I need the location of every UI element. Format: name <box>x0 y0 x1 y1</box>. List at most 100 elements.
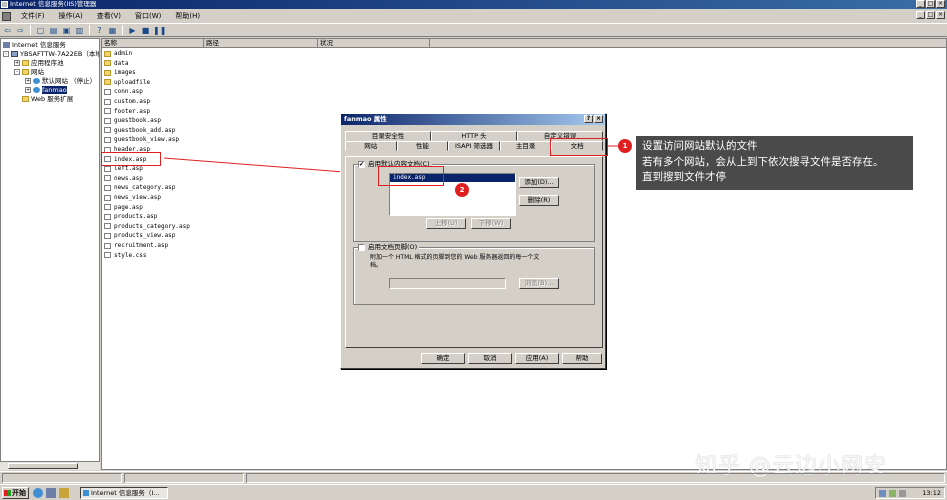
console-icon[interactable] <box>2 11 11 21</box>
index-asp-highlight <box>101 152 161 166</box>
clock[interactable]: 13:12 <box>922 489 941 497</box>
menu-action[interactable]: 操作(A) <box>52 11 90 21</box>
list-item[interactable]: recruitment.asp <box>104 241 168 251</box>
tab-directory-security[interactable]: 目录安全性 <box>345 131 431 141</box>
folder-icon <box>104 60 111 67</box>
menu-view[interactable]: 查看(V) <box>90 11 128 21</box>
list-item[interactable]: products_category.asp <box>104 222 190 232</box>
security-tray-icon[interactable] <box>889 490 896 497</box>
cancel-button[interactable]: 取消 <box>468 353 512 364</box>
tree-item-iis[interactable]: Internet 信息服务 <box>3 41 66 50</box>
tree-item-app-pools[interactable]: + 应用程序池 <box>14 59 64 68</box>
checkbox-checked[interactable]: ✔ <box>358 160 365 168</box>
export-icon[interactable]: ▥ <box>74 25 85 36</box>
list-item[interactable]: admin <box>104 49 132 59</box>
dialog-help-button[interactable]: ? <box>584 115 593 123</box>
tree-item-server[interactable]: - YBSAFTTW-7A22EB（本地） <box>3 50 99 59</box>
ie-quicklaunch-icon[interactable] <box>33 488 43 498</box>
list-item[interactable]: images <box>104 68 136 78</box>
tab-isapi-filters[interactable]: ISAPI 筛选器 <box>448 141 500 151</box>
title-bar: Internet 信息服务(IIS)管理器 _ □ × <box>0 0 947 9</box>
help-icon[interactable]: ? <box>94 25 105 36</box>
ok-button[interactable]: 确定 <box>421 353 465 364</box>
add-button[interactable]: 添加(D)... <box>519 177 559 188</box>
list-item-name: admin <box>114 50 133 57</box>
browse-button[interactable]: 浏览(B)... <box>519 278 559 289</box>
refresh-icon[interactable]: ▣ <box>61 25 72 36</box>
checkbox-unchecked[interactable] <box>358 243 365 251</box>
forward-icon[interactable]: ⇨ <box>15 25 26 36</box>
file-icon <box>104 136 111 143</box>
tab-website[interactable]: 网站 <box>345 141 397 151</box>
apply-button[interactable]: 应用(A) <box>515 353 559 364</box>
tree-horizontal-scrollbar[interactable] <box>0 461 100 470</box>
volume-tray-icon[interactable] <box>899 490 906 497</box>
toolbar-separator <box>30 25 31 35</box>
up-icon[interactable]: ▢ <box>35 25 46 36</box>
annotation-callout: 设置访问网站默认的文件 若有多个网站，会从上到下依次搜寻文件是否存在。 直到搜到… <box>636 136 913 190</box>
list-item-name: products.asp <box>114 213 158 221</box>
list-item[interactable]: custom.asp <box>104 97 150 107</box>
list-item[interactable]: news.asp <box>104 174 143 184</box>
list-item[interactable]: uploadfile <box>104 78 150 88</box>
network-tray-icon[interactable] <box>879 490 886 497</box>
list-item[interactable]: guestbook_view.asp <box>104 135 179 145</box>
list-item[interactable]: products_view.asp <box>104 231 175 241</box>
taskbar-item-iis[interactable]: Internet 信息服务（I... <box>80 487 168 499</box>
desktop-quicklaunch-icon[interactable] <box>46 488 56 498</box>
tree-pane[interactable]: Internet 信息服务 - YBSAFTTW-7A22EB（本地） + 应用程序… <box>0 38 100 470</box>
collapse-toggle[interactable]: - <box>3 51 9 57</box>
stop-icon[interactable]: ■ <box>140 25 151 36</box>
list-item[interactable]: footer.asp <box>104 107 150 117</box>
close-button[interactable]: × <box>936 0 945 8</box>
move-down-button[interactable]: 下移(W) <box>471 218 511 229</box>
help-button[interactable]: 帮助 <box>562 353 602 364</box>
tab-home-directory[interactable]: 主目录 <box>499 141 552 151</box>
tree-item-web-extensions[interactable]: Web 服务扩展 <box>22 95 73 104</box>
show-hide-icon[interactable]: ▤ <box>48 25 59 36</box>
properties-icon[interactable]: ▦ <box>107 25 118 36</box>
start-button[interactable]: 开始 <box>2 487 29 499</box>
expand-toggle[interactable]: + <box>25 78 31 84</box>
tree-item-websites[interactable]: - 网站 <box>14 68 44 77</box>
menu-help[interactable]: 帮助(H) <box>168 11 207 21</box>
tab-http-headers[interactable]: HTTP 头 <box>431 131 517 141</box>
menu-file[interactable]: 文件(F) <box>14 11 52 21</box>
list-item[interactable]: news_view.asp <box>104 193 161 203</box>
explorer-quicklaunch-icon[interactable] <box>59 488 69 498</box>
tree-item-default-site[interactable]: + 默认网站 （停止） <box>25 77 96 86</box>
dialog-close-button[interactable]: × <box>594 115 603 123</box>
play-icon[interactable]: ▶ <box>127 25 138 36</box>
menu-window[interactable]: 窗口(W) <box>128 11 168 21</box>
child-maximize-button[interactable]: □ <box>926 11 935 19</box>
tree-item-fanmao[interactable]: + fanmao <box>25 86 67 95</box>
back-icon[interactable]: ⇦ <box>2 25 13 36</box>
remove-button[interactable]: 删除(R) <box>519 195 559 206</box>
list-item[interactable]: data <box>104 59 128 69</box>
list-item[interactable]: guestbook.asp <box>104 116 161 126</box>
expand-toggle[interactable]: + <box>14 60 20 66</box>
list-item[interactable]: conn.asp <box>104 87 143 97</box>
folder-icon <box>22 69 29 75</box>
list-item[interactable]: style.css <box>104 251 147 261</box>
list-item[interactable]: news_category.asp <box>104 183 175 193</box>
list-item[interactable]: products.asp <box>104 212 157 222</box>
tab-performance[interactable]: 性能 <box>396 141 449 151</box>
expand-toggle[interactable]: + <box>25 87 31 93</box>
child-minimize-button[interactable]: _ <box>916 11 925 19</box>
pause-icon[interactable]: ❚❚ <box>153 25 166 36</box>
maximize-button[interactable]: □ <box>926 0 935 8</box>
scrollbar-thumb[interactable] <box>8 463 78 469</box>
list-item[interactable]: page.asp <box>104 203 143 213</box>
enable-footer-checkbox[interactable]: 启用文档页脚(O) <box>358 243 420 251</box>
move-up-button[interactable]: 上移(U) <box>426 218 466 229</box>
footer-path-field[interactable] <box>389 278 506 289</box>
column-path[interactable]: 路径 <box>204 39 318 48</box>
column-status[interactable]: 状况 <box>318 39 430 48</box>
child-close-button[interactable]: × <box>936 11 945 19</box>
list-item[interactable]: guestbook_add.asp <box>104 126 175 136</box>
minimize-button[interactable]: _ <box>916 0 925 8</box>
column-name[interactable]: 名称 <box>102 39 204 48</box>
list-item-name: news_category.asp <box>114 184 176 192</box>
collapse-toggle[interactable]: - <box>14 69 20 75</box>
